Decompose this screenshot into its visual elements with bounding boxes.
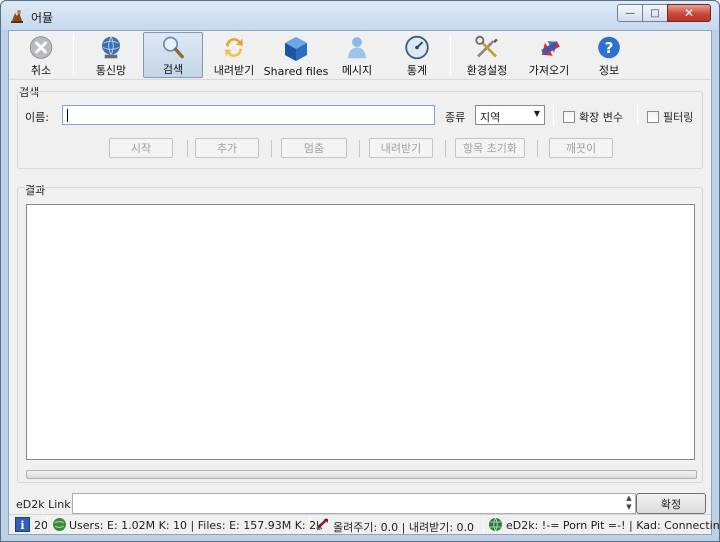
info-icon: i	[15, 517, 30, 532]
transfer-arrows-icon	[225, 38, 243, 57]
ed2k-link-label: eD2k Link:	[16, 498, 75, 511]
minimize-button[interactable]: —	[617, 4, 643, 22]
separator	[309, 517, 310, 533]
search-name-input[interactable]	[62, 105, 435, 125]
toolbar-label: 검색	[162, 63, 184, 76]
search-magnifier-icon	[163, 36, 184, 59]
search-progress-bar	[26, 470, 697, 479]
toolbar-search-button[interactable]: 검색	[143, 32, 203, 78]
download-button[interactable]: 내려받기	[369, 138, 433, 158]
toolbar-preferences-button[interactable]: 환경설정	[459, 32, 515, 78]
import-arrows-icon	[541, 40, 560, 56]
toolbar-network-button[interactable]: 통신망	[81, 32, 141, 78]
users-icon	[53, 518, 66, 531]
clear-button[interactable]: 깨끗이	[549, 138, 613, 158]
toolbar-label: 정보	[598, 64, 620, 77]
extended-params-label: 확장 변수	[579, 111, 623, 124]
shared-files-cube-icon	[285, 37, 307, 61]
name-label: 이름:	[25, 111, 49, 124]
toolbar-label: 통신망	[95, 64, 127, 77]
toolbar-label: 환경설정	[466, 64, 508, 77]
toolbar-separator	[450, 35, 451, 75]
svg-text:i: i	[20, 519, 24, 532]
separator	[271, 140, 272, 157]
separator	[637, 104, 638, 126]
start-button[interactable]: 시작	[109, 138, 173, 158]
add-button[interactable]: 추가	[195, 138, 259, 158]
toolbar-messages-button[interactable]: 메시지	[333, 32, 381, 78]
search-type-value: 지역	[480, 111, 501, 124]
separator	[445, 140, 446, 157]
ed2k-link-input[interactable]	[72, 493, 636, 514]
toolbar-label: 가져오기	[528, 64, 570, 77]
app-window: 어뮬 — □ ✕ 취소 통신망 검색 내려받기 Shared files 메시지…	[0, 0, 720, 542]
messages-person-icon	[348, 37, 366, 59]
spin-up-icon[interactable]: ▲	[623, 494, 635, 503]
filter-checkbox[interactable]: 필터링	[647, 109, 693, 125]
confirm-button[interactable]: 확정	[636, 493, 706, 514]
toolbar-label: 통계	[406, 64, 428, 77]
checkbox-box[interactable]	[563, 111, 575, 123]
toolbar-separator	[73, 35, 74, 75]
cancel-icon	[29, 36, 53, 59]
status-bar: i 20 Users: E: 1.02M K: 10 | Files: E: 1…	[9, 514, 720, 534]
server-globe-icon	[489, 517, 502, 532]
separator	[483, 517, 484, 533]
window-controls: — □ ✕	[617, 4, 711, 22]
spin-down-icon[interactable]: ▼	[623, 503, 635, 512]
ed2k-spin-arrows[interactable]: ▲ ▼	[623, 494, 635, 513]
toolbar-statistics-button[interactable]: 통계	[393, 32, 441, 78]
chevron-down-icon: ▼	[533, 109, 540, 118]
status-info-text: 20	[34, 519, 48, 532]
stop-button[interactable]: 멈춤	[281, 138, 347, 158]
toolbar-transfers-button[interactable]: 내려받기	[207, 32, 261, 78]
filter-label: 필터링	[663, 111, 694, 124]
type-label: 종류	[445, 111, 466, 124]
maximize-button[interactable]: □	[642, 4, 668, 22]
toolbar-shared-files-button[interactable]: Shared files	[263, 32, 329, 78]
client-area: 취소 통신망 검색 내려받기 Shared files 메시지 통계 환경설정 …	[8, 30, 720, 535]
separator	[537, 140, 538, 157]
status-transfer-rates: 올려주기: 0.0 | 내려받기: 0.0	[333, 521, 475, 534]
main-toolbar: 취소 통신망 검색 내려받기 Shared files 메시지 통계 환경설정 …	[9, 31, 711, 80]
results-list[interactable]	[26, 204, 695, 460]
preferences-tools-icon	[475, 35, 498, 58]
toolbar-cancel-button[interactable]: 취소	[15, 32, 67, 78]
separator	[553, 104, 554, 126]
separator	[359, 140, 360, 157]
status-users-files: Users: E: 1.02M K: 10 | Files: E: 157.93…	[69, 519, 323, 532]
separator	[187, 140, 188, 157]
toolbar-label: 취소	[30, 64, 52, 77]
toolbar-label: 내려받기	[213, 64, 255, 77]
search-type-select[interactable]: 지역 ▼	[475, 105, 545, 125]
transfer-rate-icon	[316, 518, 328, 530]
separator	[47, 517, 48, 533]
network-globe-icon	[102, 36, 120, 59]
close-button[interactable]: ✕	[667, 4, 711, 22]
reset-button[interactable]: 항목 초기화	[455, 138, 525, 158]
toolbar-label: Shared files	[263, 65, 329, 78]
help-question-icon: ?	[598, 36, 620, 59]
mule-app-icon[interactable]	[9, 8, 25, 24]
window-title: 어뮬	[31, 11, 54, 25]
statistics-gauge-icon	[405, 35, 429, 60]
toolbar-label: 메시지	[341, 64, 373, 77]
extended-params-checkbox[interactable]: 확장 변수	[563, 109, 623, 125]
text-caret	[67, 109, 68, 122]
status-server-connection: eD2k: !-= Porn Pit =-! | Kad: Connecting	[506, 519, 720, 532]
toolbar-help-button[interactable]: ? 정보	[587, 32, 631, 78]
toolbar-import-button[interactable]: 가져오기	[521, 32, 577, 78]
checkbox-box[interactable]	[647, 111, 659, 123]
svg-text:?: ?	[605, 39, 614, 57]
title-bar[interactable]: 어뮬 — □ ✕	[1, 1, 719, 30]
